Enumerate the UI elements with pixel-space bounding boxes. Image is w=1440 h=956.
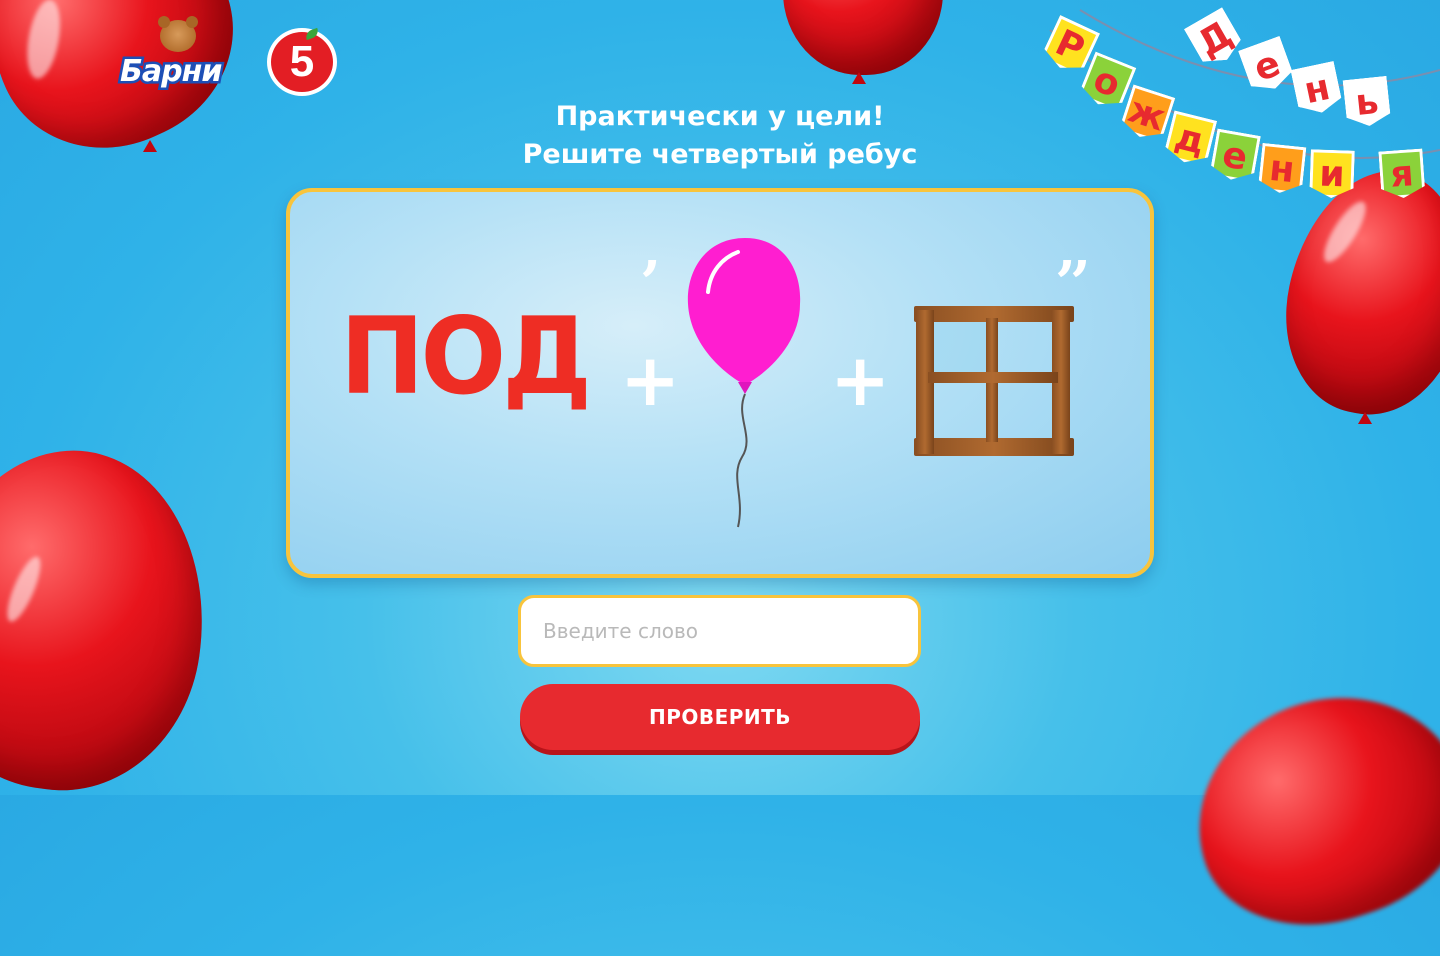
bear-icon bbox=[158, 16, 198, 52]
answer-input[interactable] bbox=[521, 598, 918, 664]
plus-sign: + bbox=[830, 338, 891, 422]
pyaterochka-logo: 5 bbox=[267, 27, 337, 96]
pyaterochka-logo-text: 5 bbox=[289, 37, 315, 86]
headline-line-2: Решите четвертый ребус bbox=[522, 139, 918, 170]
balloon-decoration-top-center bbox=[783, 0, 943, 75]
balloon-decoration-bottom-right bbox=[1167, 663, 1440, 956]
answer-field-container bbox=[518, 595, 921, 667]
check-button[interactable]: ПРОВЕРИТЬ bbox=[520, 684, 920, 750]
window-frame-icon bbox=[914, 306, 1074, 456]
balloon-knot bbox=[852, 72, 866, 84]
rebus-card: ПОД + ’ + ’’ bbox=[286, 188, 1154, 578]
balloon-icon bbox=[687, 238, 801, 528]
balloon-decoration-left bbox=[0, 432, 226, 808]
balloon-knot bbox=[1358, 412, 1372, 424]
rebus-word: ПОД bbox=[340, 295, 592, 418]
barni-logo: Барни bbox=[117, 16, 232, 98]
plus-sign: + bbox=[620, 338, 681, 422]
barni-logo-text: Барни bbox=[117, 52, 224, 92]
apostrophe-mark: ’ bbox=[640, 249, 661, 319]
page-headline: Практически у цели! Решите четвертый реб… bbox=[0, 98, 1440, 174]
headline-line-1: Практически у цели! bbox=[555, 101, 885, 132]
